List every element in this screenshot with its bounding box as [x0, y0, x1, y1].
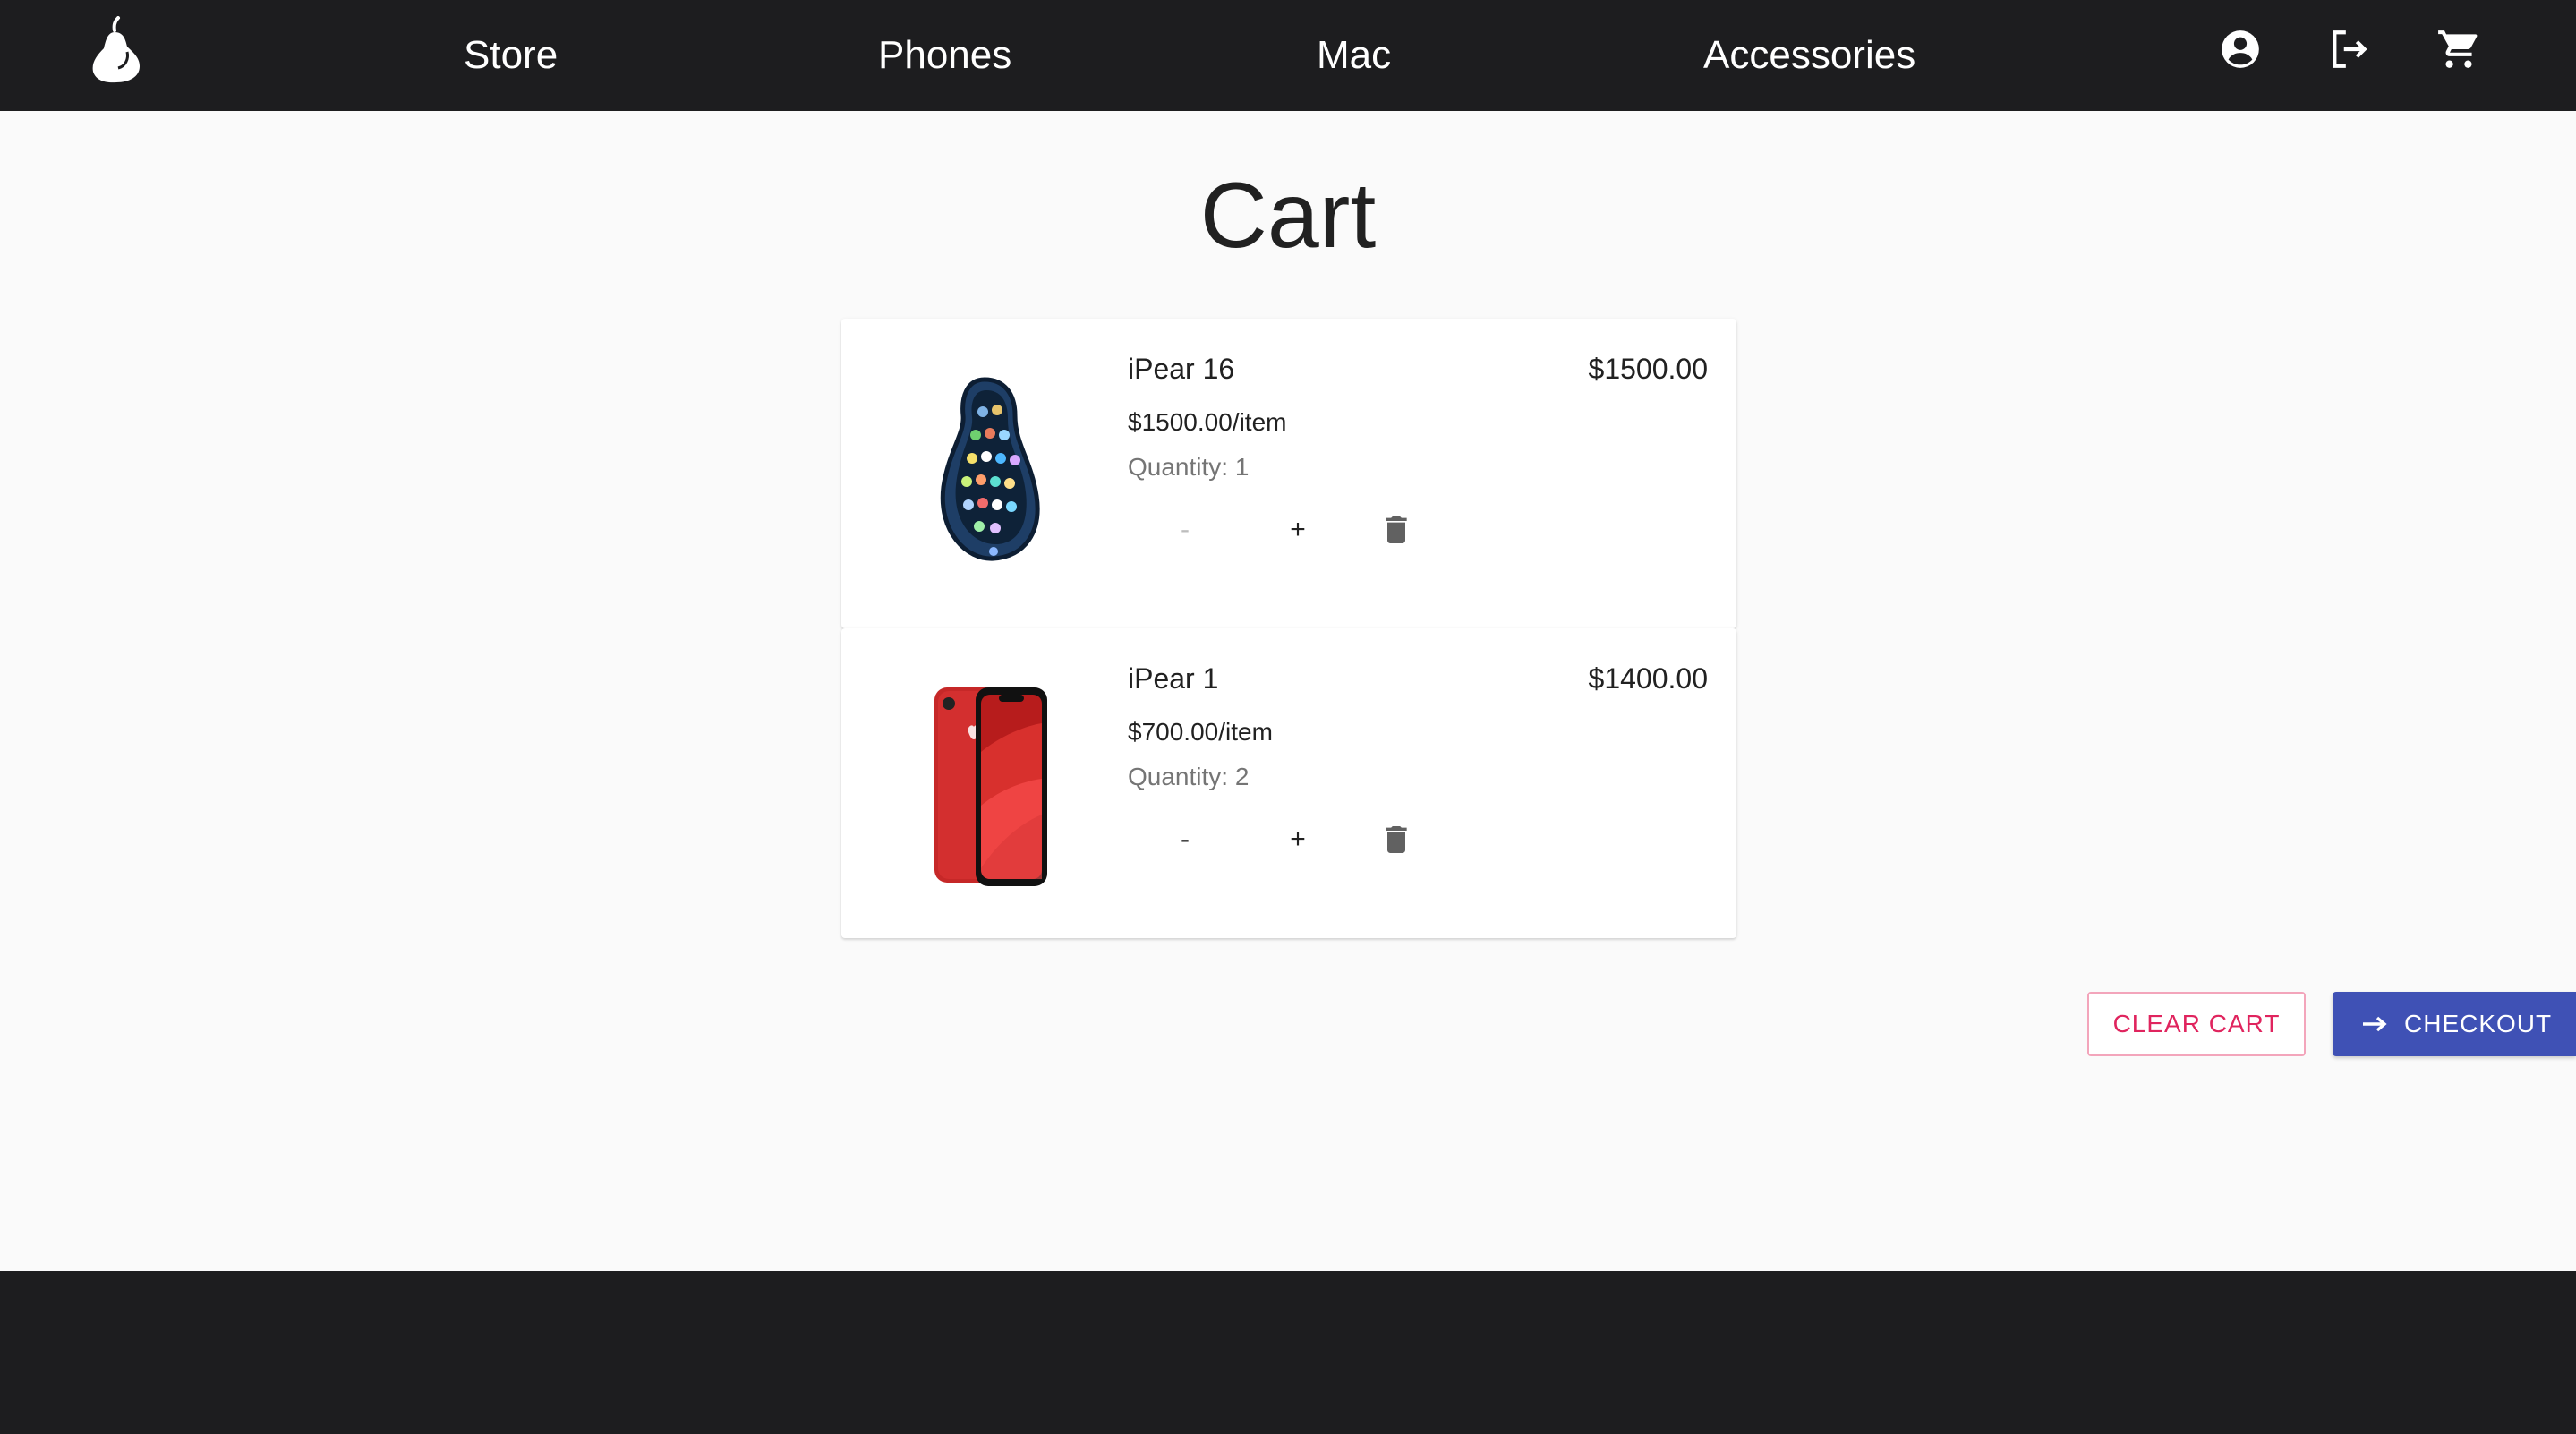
- item-unit-price: $700.00/item: [1128, 718, 1273, 746]
- cart-icon[interactable]: [2436, 27, 2481, 72]
- increment-button[interactable]: +: [1271, 503, 1325, 557]
- nav-link-phones[interactable]: Phones: [878, 0, 1011, 111]
- cart-item-card: iPear 1 $700.00/item Quantity: 2 $1400.0…: [841, 628, 1736, 938]
- pear-logo-icon[interactable]: [88, 16, 145, 84]
- trash-icon[interactable]: [1378, 822, 1414, 858]
- item-quantity: Quantity: 1: [1128, 453, 1250, 481]
- decrement-button[interactable]: -: [1158, 813, 1212, 866]
- item-quantity: Quantity: 2: [1128, 763, 1250, 790]
- decrement-button[interactable]: -: [1158, 503, 1212, 557]
- pear-phone-image: [940, 377, 1040, 561]
- increment-button[interactable]: +: [1271, 813, 1325, 866]
- item-total-price: $1500.00: [1588, 353, 1708, 385]
- item-total-price: $1400.00: [1588, 662, 1708, 695]
- item-name: iPear 16: [1128, 353, 1235, 385]
- nav-link-mac[interactable]: Mac: [1317, 0, 1391, 111]
- cart-item-card: iPear 16 $1500.00/item Quantity: 1 $1500…: [841, 319, 1736, 628]
- clear-cart-button[interactable]: CLEAR CART: [2087, 992, 2306, 1056]
- nav-link-store[interactable]: Store: [464, 0, 558, 111]
- trash-icon[interactable]: [1378, 512, 1414, 548]
- red-phone-image: [934, 687, 1047, 886]
- arrow-right-icon: [2363, 1016, 2387, 1032]
- logout-icon[interactable]: [2327, 27, 2372, 72]
- checkout-label: CHECKOUT: [2404, 1010, 2553, 1037]
- page-title: Cart: [1199, 164, 1377, 268]
- top-navbar: Store Phones Mac Accessories: [0, 0, 2576, 111]
- page-footer: [0, 1271, 2576, 1434]
- item-unit-price: $1500.00/item: [1128, 408, 1287, 436]
- nav-link-accessories[interactable]: Accessories: [1703, 0, 1915, 111]
- checkout-button[interactable]: CHECKOUT: [2333, 992, 2576, 1056]
- item-name: iPear 1: [1128, 662, 1219, 695]
- account-circle-icon[interactable]: [2218, 27, 2263, 72]
